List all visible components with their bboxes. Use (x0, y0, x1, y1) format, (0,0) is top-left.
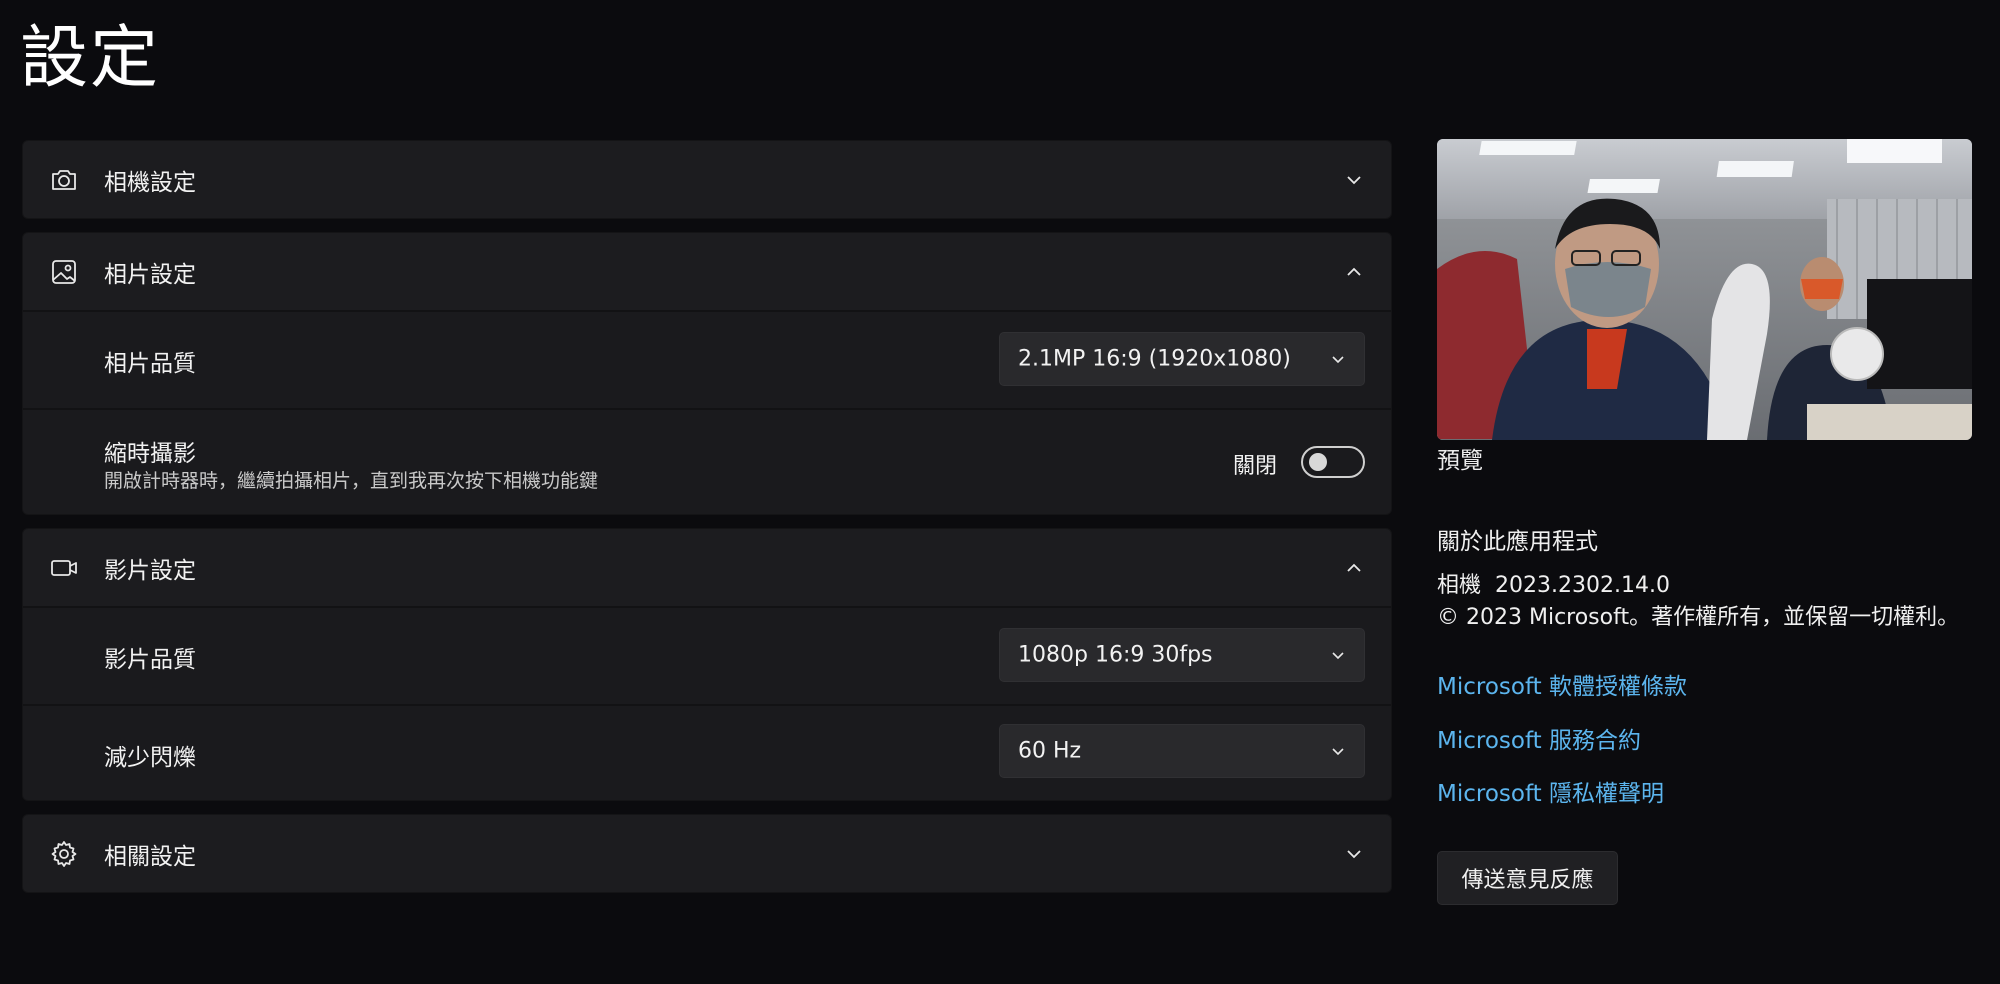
gear-icon (51, 840, 77, 867)
video-quality-dropdown[interactable]: 1080p 16:9 30fps (999, 628, 1365, 682)
page-title: 設定 (20, 19, 161, 98)
photo-quality-dropdown[interactable]: 2.1MP 16:9 (1920x1080) (999, 332, 1365, 386)
photo-settings-card: 相片設定 相片品質 2.1MP 16:9 (1920x1080) 縮時攝影 開啟… (22, 232, 1392, 515)
chevron-up-icon (1347, 267, 1361, 276)
privacy-statement-link[interactable]: Microsoft 隱私權聲明 (1437, 774, 1664, 808)
photo-quality-row: 相片品質 2.1MP 16:9 (1920x1080) (23, 310, 1391, 408)
timelapse-state-label: 關閉 (1232, 454, 1277, 479)
chevron-down-icon (1332, 652, 1344, 660)
camera-settings-title: 相機設定 (104, 169, 196, 196)
related-settings-title: 相關設定 (104, 843, 196, 870)
camera-icon (52, 169, 76, 190)
about-title: 關於此應用程式 (1437, 529, 1598, 555)
services-agreement-link[interactable]: Microsoft 服務合約 (1437, 721, 1641, 755)
photo-icon (52, 259, 76, 284)
chevron-down-icon (1347, 175, 1361, 184)
version-line: 相機 2023.2302.14.0 (1437, 567, 1670, 599)
video-quality-label: 影片品質 (104, 647, 196, 673)
side-panel: 預覽 關於此應用程式 相機 2023.2302.14.0 © 2023 Micr… (1437, 139, 1972, 905)
chevron-up-icon (1347, 563, 1361, 572)
flicker-row: 減少閃爍 60 Hz (23, 704, 1391, 800)
photo-settings-title: 相片設定 (104, 261, 196, 288)
camera-settings-header[interactable]: 相機設定 (23, 141, 1391, 218)
send-feedback-button[interactable]: 傳送意見反應 (1437, 851, 1618, 905)
preview-image (1437, 139, 1972, 440)
flicker-value: 60 Hz (1018, 738, 1082, 764)
video-quality-value: 1080p 16:9 30fps (1018, 642, 1213, 668)
timelapse-row: 縮時攝影 開啟計時器時，繼續拍攝相片，直到我再次按下相機功能鍵 關閉 (23, 408, 1391, 514)
chevron-down-icon (1347, 849, 1361, 858)
app-version: 2023.2302.14.0 (1495, 573, 1670, 598)
flicker-dropdown[interactable]: 60 Hz (999, 724, 1365, 778)
video-icon (51, 559, 77, 576)
timelapse-label: 縮時攝影 (104, 441, 196, 467)
preview-caption: 預覽 (1437, 448, 1483, 474)
related-settings-card: 相關設定 (22, 814, 1392, 893)
app-name: 相機 (1437, 573, 1482, 598)
copyright-text: © 2023 Microsoft。著作權所有，並保留一切權利。 (1437, 605, 1960, 630)
video-settings-title: 影片設定 (104, 557, 196, 584)
photo-settings-header[interactable]: 相片設定 (23, 233, 1391, 310)
related-settings-header[interactable]: 相關設定 (23, 815, 1391, 892)
license-terms-link[interactable]: Microsoft 軟體授權條款 (1437, 667, 1687, 701)
timelapse-description: 開啟計時器時，繼續拍攝相片，直到我再次按下相機功能鍵 (104, 470, 599, 492)
timelapse-toggle[interactable] (1301, 446, 1365, 478)
video-quality-row: 影片品質 1080p 16:9 30fps (23, 606, 1391, 704)
flicker-label: 減少閃爍 (104, 745, 196, 771)
camera-preview (1437, 139, 1972, 440)
camera-settings-card: 相機設定 (22, 140, 1392, 219)
video-settings-card: 影片設定 影片品質 1080p 16:9 30fps 減少閃爍 60 Hz (22, 528, 1392, 801)
toggle-knob (1309, 453, 1327, 471)
photo-quality-value: 2.1MP 16:9 (1920x1080) (1018, 346, 1291, 372)
video-settings-header[interactable]: 影片設定 (23, 529, 1391, 606)
settings-list: 相機設定 相片設定 相片品質 2.1MP 16:9 (1920x1080) 縮時… (22, 140, 1392, 906)
chevron-down-icon (1332, 748, 1344, 756)
chevron-down-icon (1332, 356, 1344, 364)
photo-quality-label: 相片品質 (104, 351, 196, 377)
